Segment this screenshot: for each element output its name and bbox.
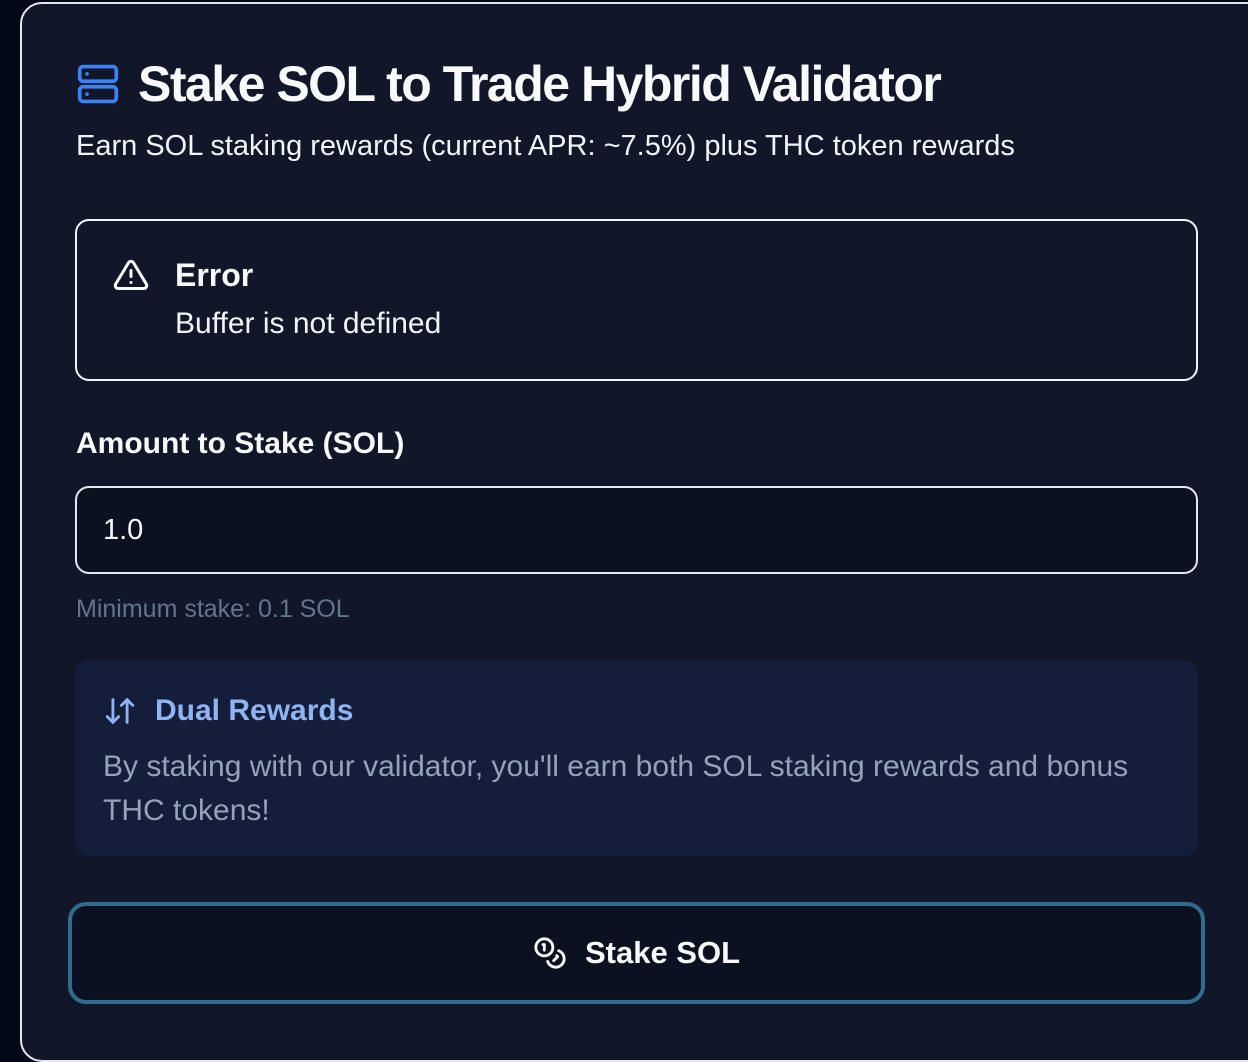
arrow-up-down-icon <box>105 698 135 724</box>
stake-sol-button[interactable]: Stake SOL <box>68 902 1205 1004</box>
coins-icon <box>534 937 566 969</box>
page-subtitle: Earn SOL staking rewards (current APR: ~… <box>76 130 1015 162</box>
alert-title: Error <box>175 257 254 293</box>
card-header: Stake SOL to Trade Hybrid Validator <box>76 56 942 112</box>
server-icon <box>77 64 119 104</box>
info-description: By staking with our validator, you'll ea… <box>103 750 1129 827</box>
minimum-stake-hint: Minimum stake: 0.1 SOL <box>76 595 350 623</box>
dual-rewards-info: Dual Rewards By staking with our validat… <box>75 661 1198 856</box>
amount-input[interactable] <box>75 486 1198 574</box>
info-title: Dual Rewards <box>155 694 354 727</box>
alert-description: Buffer is not defined <box>175 307 442 340</box>
alert-triangle-icon <box>113 259 149 290</box>
info-header: Dual Rewards <box>103 691 353 731</box>
stake-button-label: Stake SOL <box>584 935 741 970</box>
amount-label: Amount to Stake (SOL) <box>76 427 405 460</box>
page-title: Stake SOL to Trade Hybrid Validator <box>138 56 942 112</box>
error-alert: Error Buffer is not defined <box>75 219 1198 381</box>
